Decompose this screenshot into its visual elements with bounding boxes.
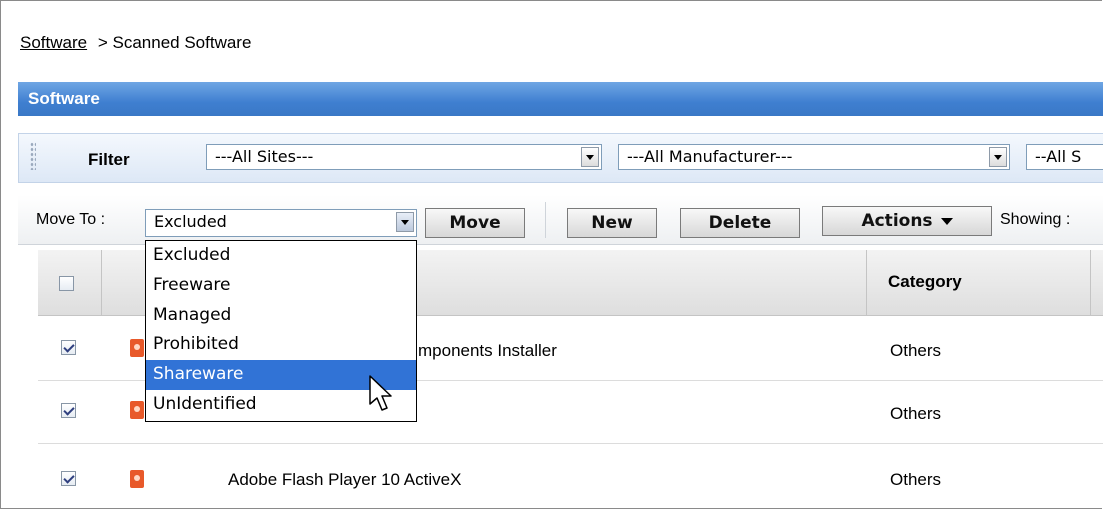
row-divider: [38, 443, 1103, 444]
software-category: Others: [890, 470, 942, 489]
third-filter-select[interactable]: --All S: [1026, 144, 1103, 170]
dropdown-option-managed[interactable]: Managed: [146, 301, 416, 331]
chevron-down-icon[interactable]: [989, 147, 1007, 167]
actions-menu-button[interactable]: Actions: [822, 206, 992, 236]
dropdown-option-freeware[interactable]: Freeware: [146, 271, 416, 301]
software-icon: [130, 470, 144, 488]
software-category: Others: [890, 341, 942, 360]
delete-button[interactable]: Delete: [680, 208, 800, 238]
move-to-select[interactable]: Excluded: [145, 209, 417, 237]
row-checkbox[interactable]: [61, 403, 76, 418]
toolbar-divider: [545, 202, 546, 238]
dropdown-option-prohibited[interactable]: Prohibited: [146, 330, 416, 360]
column-header-category[interactable]: Category: [888, 272, 962, 292]
caret-down-icon: [940, 217, 953, 225]
new-button[interactable]: New: [567, 208, 657, 238]
site-filter-select[interactable]: ---All Sites---: [206, 144, 602, 170]
breadcrumb: Software > Scanned Software: [20, 33, 251, 53]
select-all-checkbox[interactable]: [59, 276, 74, 291]
panel-header: Software: [18, 82, 1103, 116]
header-divider: [866, 250, 867, 316]
manufacturer-filter-value: ---All Manufacturer---: [627, 147, 793, 166]
breadcrumb-separator: >: [97, 33, 108, 52]
header-divider: [1090, 250, 1091, 316]
row-checkbox[interactable]: [61, 340, 76, 355]
filter-label: Filter: [88, 150, 130, 169]
manufacturer-filter-select[interactable]: ---All Manufacturer---: [618, 144, 1010, 170]
move-to-value: Excluded: [154, 212, 227, 231]
move-button[interactable]: Move: [425, 208, 525, 238]
actions-label: Actions: [861, 211, 933, 231]
software-name: Adobe Flash Player 10 ActiveX: [228, 470, 462, 489]
chevron-down-icon[interactable]: [396, 212, 414, 232]
site-filter-value: ---All Sites---: [215, 147, 314, 166]
mouse-pointer-icon: [369, 375, 392, 411]
row-checkbox[interactable]: [61, 471, 76, 486]
software-name: mponents Installer: [418, 341, 557, 360]
showing-label: Showing :: [1000, 211, 1071, 228]
dropdown-option-excluded[interactable]: Excluded: [146, 241, 416, 271]
software-icon: [130, 339, 144, 357]
breadcrumb-current: Scanned Software: [112, 33, 252, 52]
panel-title: Software: [28, 89, 100, 108]
move-to-label: Move To :: [36, 211, 106, 228]
grip-handle-icon: [30, 142, 36, 170]
third-filter-value: --All S: [1035, 147, 1082, 166]
software-icon: [130, 401, 144, 419]
breadcrumb-link-software[interactable]: Software: [20, 33, 87, 52]
header-divider: [101, 250, 102, 316]
software-category: Others: [890, 404, 942, 423]
chevron-down-icon[interactable]: [581, 147, 599, 167]
